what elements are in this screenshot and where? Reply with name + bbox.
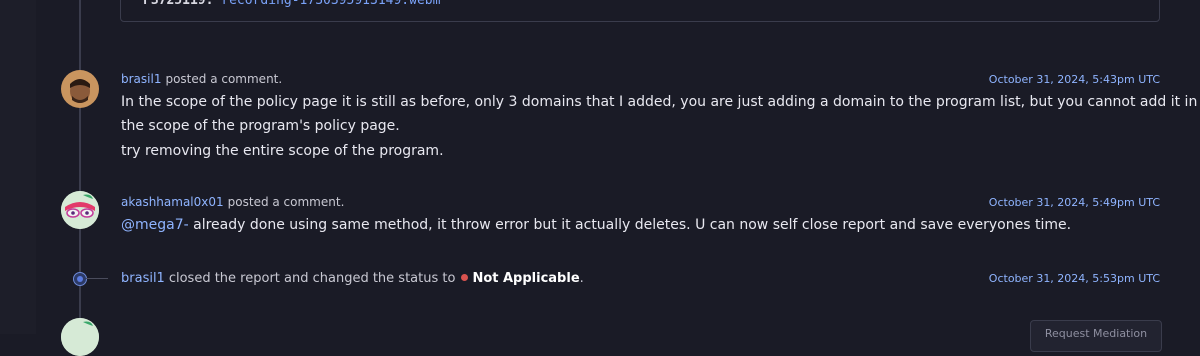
attachment-id: F3725119: [143,0,214,8]
attachment-link[interactable]: recording-1730395913149.webm [221,0,440,8]
timeline-event-dot [73,272,87,286]
comment-text-line: @mega7- already done using same method, … [121,217,1071,233]
avatar[interactable] [61,191,99,229]
status-suffix: . [579,271,584,286]
comment-timestamp[interactable]: October 31, 2024, 5:49pm UTC [989,196,1160,209]
comment-text-line: In the scope of the policy page it is st… [121,94,1198,110]
status-change-text: brasil1 closed the report and changed the… [121,271,584,286]
comment-text: already done using same method, it throw… [188,217,1072,233]
comment-text-line: try removing the entire scope of the pro… [121,143,444,159]
comment-author-link[interactable]: brasil1 [121,72,161,86]
comment-text-line: the scope of the program's policy page. [121,118,400,134]
status-indicator-icon [461,274,469,281]
left-panel-edge [0,0,36,334]
status-change-description: closed the report and changed the status… [168,271,456,286]
comment-action: posted a comment. [227,195,345,209]
status-author-link[interactable]: brasil1 [121,271,165,286]
comment-meta: brasil1 posted a comment. [121,72,282,86]
comment-author-link[interactable]: akashhamal0x01 [121,195,224,209]
avatar[interactable] [61,318,99,356]
comment-action: posted a comment. [165,72,283,86]
comment-timestamp[interactable]: October 31, 2024, 5:43pm UTC [989,73,1160,86]
attachment-box: F3725119: recording-1730395913149.webm [120,0,1160,22]
comment-meta: akashhamal0x01 posted a comment. [121,195,344,209]
avatar[interactable] [61,70,99,108]
timeline-connector [86,278,108,279]
status-timestamp[interactable]: October 31, 2024, 5:53pm UTC [989,272,1160,285]
mention-link[interactable]: @mega7- [121,217,189,233]
status-name: Not Applicable [472,271,580,286]
request-mediation-button[interactable]: Request Mediation [1030,320,1162,352]
